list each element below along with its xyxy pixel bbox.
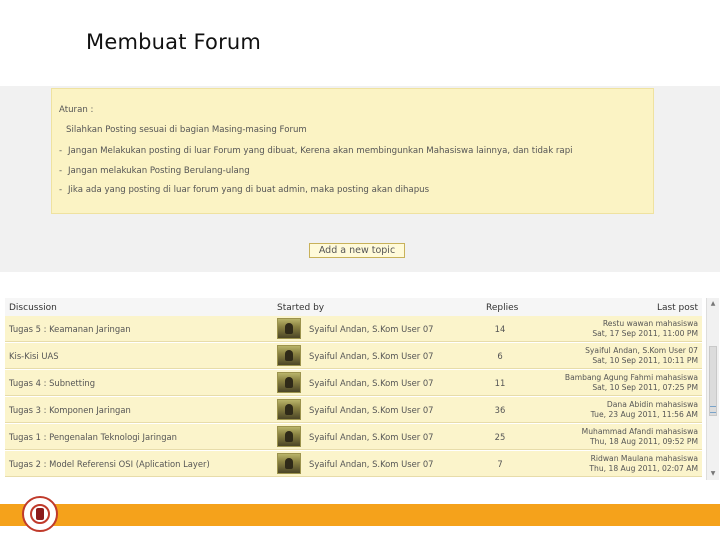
- starter-link[interactable]: Syaiful Andan, S.Kom User 07: [309, 378, 434, 388]
- rule-item: - Jangan melakukan Posting Berulang-ulang: [59, 166, 250, 176]
- table-row: Tugas 5 : Keamanan Jaringan Syaiful Anda…: [5, 316, 702, 342]
- column-header-last-post[interactable]: Last post: [657, 303, 698, 313]
- last-post-date[interactable]: Sat, 10 Sep 2011, 07:25 PM: [592, 383, 698, 392]
- replies-count[interactable]: 14: [475, 324, 525, 334]
- table-header: Discussion Started by Replies Last post: [5, 298, 702, 317]
- avatar[interactable]: [277, 372, 301, 393]
- last-post: Syaiful Andan, S.Kom User 07 Sat, 10 Sep…: [585, 346, 698, 366]
- university-logo-icon: [22, 496, 58, 532]
- column-header-replies[interactable]: Replies: [486, 303, 518, 313]
- avatar[interactable]: [277, 426, 301, 447]
- table-row: Tugas 4 : Subnetting Syaiful Andan, S.Ko…: [5, 370, 702, 396]
- column-header-started-by[interactable]: Started by: [277, 303, 324, 313]
- topic-link[interactable]: Tugas 2 : Model Referensi OSI (Aplicatio…: [9, 459, 210, 469]
- last-post-author[interactable]: Ridwan Maulana mahasiswa: [591, 454, 698, 463]
- rules-title: Aturan :: [59, 105, 94, 115]
- last-post-date[interactable]: Tue, 23 Aug 2011, 11:56 AM: [591, 410, 698, 419]
- last-post-date[interactable]: Sat, 17 Sep 2011, 11:00 PM: [592, 329, 698, 338]
- replies-count[interactable]: 25: [475, 432, 525, 442]
- last-post-date[interactable]: Thu, 18 Aug 2011, 02:07 AM: [589, 464, 698, 473]
- starter-link[interactable]: Syaiful Andan, S.Kom User 07: [309, 405, 434, 415]
- scroll-up-arrow-icon[interactable]: ▲: [708, 299, 718, 309]
- footer-bar: [0, 504, 720, 526]
- logo-emblem-icon: [36, 508, 44, 520]
- table-row: Kis-Kisi UAS Syaiful Andan, S.Kom User 0…: [5, 343, 702, 369]
- avatar[interactable]: [277, 453, 301, 474]
- topic-link[interactable]: Tugas 5 : Keamanan Jaringan: [9, 324, 131, 334]
- scroll-grip-icon: [710, 406, 716, 413]
- rule-item: - Jika ada yang posting di luar forum yan…: [59, 185, 429, 195]
- topic-link[interactable]: Tugas 3 : Komponen Jaringan: [9, 405, 131, 415]
- last-post-author[interactable]: Syaiful Andan, S.Kom User 07: [585, 346, 698, 355]
- bullet-dash-icon: -: [59, 185, 63, 195]
- topic-link[interactable]: Tugas 4 : Subnetting: [9, 378, 95, 388]
- last-post: Bambang Agung Fahmi mahasiswa Sat, 10 Se…: [565, 373, 698, 393]
- add-new-topic-button[interactable]: Add a new topic: [309, 243, 405, 258]
- avatar[interactable]: [277, 345, 301, 366]
- table-row: Tugas 2 : Model Referensi OSI (Aplicatio…: [5, 451, 702, 477]
- bullet-dash-icon: -: [59, 146, 63, 156]
- topic-link[interactable]: Tugas 1 : Pengenalan Teknologi Jaringan: [9, 432, 177, 442]
- rules-intro: Silahkan Posting sesuai di bagian Masing…: [66, 125, 307, 135]
- column-header-discussion[interactable]: Discussion: [9, 303, 57, 313]
- last-post-date[interactable]: Sat, 10 Sep 2011, 10:11 PM: [592, 356, 698, 365]
- last-post-date[interactable]: Thu, 18 Aug 2011, 09:52 PM: [590, 437, 698, 446]
- slide-title: Membuat Forum: [86, 30, 262, 54]
- avatar[interactable]: [277, 318, 301, 339]
- topic-link[interactable]: Kis-Kisi UAS: [9, 351, 59, 361]
- starter-link[interactable]: Syaiful Andan, S.Kom User 07: [309, 351, 434, 361]
- last-post: Ridwan Maulana mahasiswa Thu, 18 Aug 201…: [589, 454, 698, 474]
- starter-link[interactable]: Syaiful Andan, S.Kom User 07: [309, 324, 434, 334]
- table-row: Tugas 1 : Pengenalan Teknologi Jaringan …: [5, 424, 702, 450]
- last-post: Muhammad Afandi mahasiswa Thu, 18 Aug 20…: [582, 427, 698, 447]
- rule-text: Jangan melakukan Posting Berulang-ulang: [68, 166, 250, 176]
- starter-link[interactable]: Syaiful Andan, S.Kom User 07: [309, 432, 434, 442]
- last-post-author[interactable]: Dana Abidin mahasiswa: [607, 400, 698, 409]
- last-post-author[interactable]: Restu wawan mahasiswa: [603, 319, 698, 328]
- last-post: Restu wawan mahasiswa Sat, 17 Sep 2011, …: [592, 319, 698, 339]
- avatar[interactable]: [277, 399, 301, 420]
- discussion-table: Discussion Started by Replies Last post …: [5, 298, 702, 478]
- bullet-dash-icon: -: [59, 166, 63, 176]
- last-post-author[interactable]: Muhammad Afandi mahasiswa: [582, 427, 698, 436]
- replies-count[interactable]: 11: [475, 378, 525, 388]
- replies-count[interactable]: 7: [475, 459, 525, 469]
- rule-item: - Jangan Melakukan posting di luar Forum …: [59, 146, 573, 156]
- vertical-scrollbar[interactable]: ▲ ▼: [706, 298, 719, 480]
- replies-count[interactable]: 6: [475, 351, 525, 361]
- scroll-down-arrow-icon[interactable]: ▼: [708, 469, 718, 479]
- last-post-author[interactable]: Bambang Agung Fahmi mahasiswa: [565, 373, 698, 382]
- replies-count[interactable]: 36: [475, 405, 525, 415]
- last-post: Dana Abidin mahasiswa Tue, 23 Aug 2011, …: [591, 400, 698, 420]
- rule-text: Jangan Melakukan posting di luar Forum y…: [68, 146, 573, 156]
- starter-link[interactable]: Syaiful Andan, S.Kom User 07: [309, 459, 434, 469]
- forum-rules-box: Aturan : Silahkan Posting sesuai di bagi…: [51, 88, 654, 214]
- rule-text: Jika ada yang posting di luar forum yang…: [68, 185, 430, 195]
- table-row: Tugas 3 : Komponen Jaringan Syaiful Anda…: [5, 397, 702, 423]
